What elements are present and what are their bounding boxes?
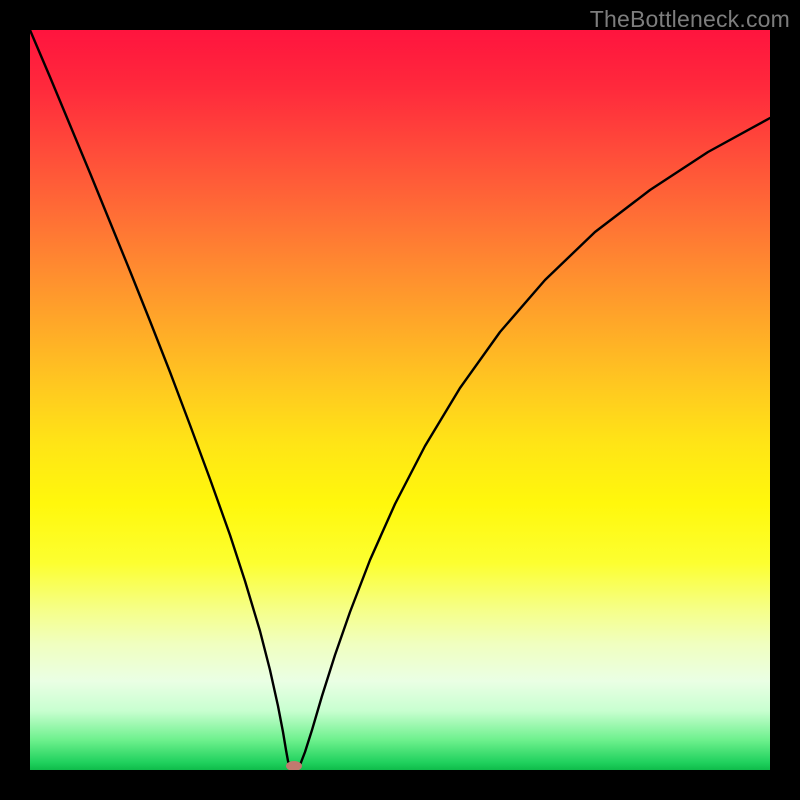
chart-frame: TheBottleneck.com xyxy=(0,0,800,800)
curve-svg xyxy=(30,30,770,770)
watermark-text: TheBottleneck.com xyxy=(590,6,790,33)
plot-area xyxy=(30,30,770,770)
bottleneck-curve xyxy=(30,30,770,770)
